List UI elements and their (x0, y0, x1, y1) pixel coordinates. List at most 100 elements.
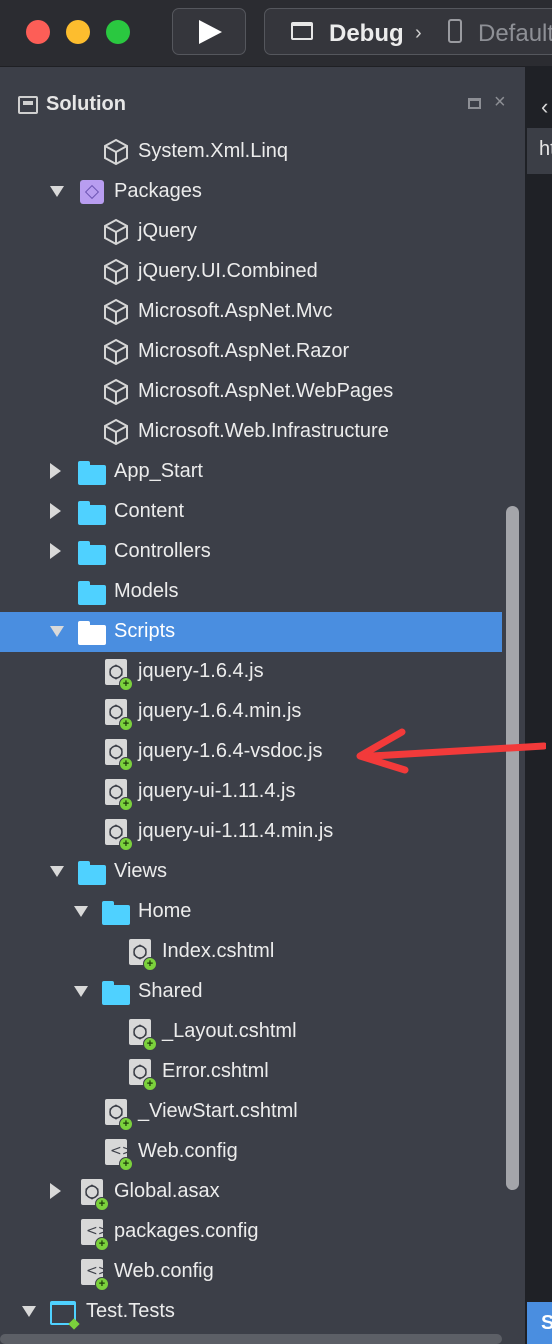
minimize-window-button[interactable] (66, 20, 90, 44)
tree-item-label: Index.cshtml (162, 940, 275, 962)
tree-item-label: _ViewStart.cshtml (138, 1100, 298, 1122)
solution-icon (18, 96, 38, 114)
tree-row[interactable]: Shared (0, 972, 502, 1012)
chevron-down-icon[interactable] (50, 626, 64, 637)
tree-row[interactable]: <> + Web.config (0, 1252, 502, 1292)
tree-row[interactable]: Microsoft.AspNet.Mvc (0, 292, 502, 332)
tree-item-label: Views (114, 860, 167, 882)
chevron-down-icon[interactable] (22, 1306, 36, 1317)
web-file-icon: + (126, 938, 157, 971)
tree-item-label: Models (114, 580, 179, 602)
tree-row[interactable]: Scripts (0, 612, 502, 652)
tree-row[interactable]: Models (0, 572, 502, 612)
chevron-right-icon[interactable] (50, 503, 61, 519)
tree-item-label: _Layout.cshtml (162, 1020, 297, 1042)
project-icon (50, 1298, 80, 1330)
device-label[interactable]: Default (478, 20, 552, 48)
tree-item-label: Controllers (114, 540, 211, 562)
tree-row[interactable]: + jquery-ui-1.11.4.js (0, 772, 502, 812)
tree-row[interactable]: jQuery (0, 212, 502, 252)
tree-row[interactable]: System.Xml.Linq (0, 132, 502, 172)
tree-item-label: jquery-1.6.4.min.js (138, 700, 302, 722)
tree-row[interactable]: Home (0, 892, 502, 932)
tree-item-label: Global.asax (114, 1180, 220, 1202)
tree-item-label: jquery-ui-1.11.4.js (138, 780, 296, 802)
folder-icon (78, 618, 106, 646)
folder-icon (78, 458, 106, 486)
tree-row[interactable]: + Error.cshtml (0, 1052, 502, 1092)
tree-item-label: App_Start (114, 460, 203, 482)
editor-tab[interactable]: ht (527, 128, 552, 174)
tree-row[interactable]: Controllers (0, 532, 502, 572)
tree-row[interactable]: App_Start (0, 452, 502, 492)
run-button[interactable] (172, 8, 246, 55)
vertical-scrollbar[interactable] (506, 506, 519, 1190)
status-tab-label: S (541, 1312, 552, 1334)
device-icon (448, 19, 462, 43)
tree-row[interactable]: + _Layout.cshtml (0, 1012, 502, 1052)
assembly-reference-icon (102, 138, 130, 166)
tree-row[interactable]: <> + Web.config (0, 1132, 502, 1172)
tree-row[interactable]: jQuery.UI.Combined (0, 252, 502, 292)
status-tab[interactable]: S (527, 1302, 552, 1344)
solution-pad-header: Solution × (0, 88, 525, 124)
package-icon (102, 418, 130, 446)
chevron-down-icon[interactable] (50, 186, 64, 197)
folder-icon (102, 978, 130, 1006)
zoom-window-button[interactable] (106, 20, 130, 44)
tree-row[interactable]: Views (0, 852, 502, 892)
web-file-icon: + (102, 818, 133, 851)
tree-item-label: Microsoft.AspNet.WebPages (138, 380, 394, 402)
maximize-pad-icon[interactable] (468, 98, 481, 109)
chevron-right-icon[interactable] (50, 1183, 61, 1199)
back-icon[interactable]: ‹ (541, 94, 548, 120)
tree-item-label: Microsoft.Web.Infrastructure (138, 420, 389, 442)
web-file-icon: + (102, 1098, 133, 1131)
tree-item-label: Web.config (138, 1140, 238, 1162)
web-file-icon: + (102, 738, 133, 771)
close-window-button[interactable] (26, 20, 50, 44)
tree-row[interactable]: + Global.asax (0, 1172, 502, 1212)
tree-item-label: Test.Tests (86, 1300, 175, 1322)
tree-row[interactable]: + Index.cshtml (0, 932, 502, 972)
horizontal-scrollbar[interactable] (0, 1334, 502, 1344)
tree-item-label: jQuery.UI.Combined (138, 260, 318, 282)
tree-row[interactable]: Microsoft.Web.Infrastructure (0, 412, 502, 452)
chevron-right-icon[interactable] (50, 463, 61, 479)
package-icon (102, 298, 130, 326)
tree-row[interactable]: Packages (0, 172, 502, 212)
tree-row[interactable]: Microsoft.AspNet.WebPages (0, 372, 502, 412)
chevron-down-icon[interactable] (74, 906, 88, 917)
folder-icon (102, 898, 130, 926)
tree-row[interactable]: + _ViewStart.cshtml (0, 1092, 502, 1132)
tree-row[interactable]: Test.Tests (0, 1292, 502, 1332)
tree-item-label: jquery-1.6.4-vsdoc.js (138, 740, 323, 762)
folder-icon (78, 538, 106, 566)
run-configuration-selector[interactable]: Debug › Default (264, 8, 552, 55)
folder-icon (78, 858, 106, 886)
config-file-icon: <> + (78, 1218, 109, 1251)
web-file-icon: + (102, 698, 133, 731)
web-file-icon: + (126, 1018, 157, 1051)
tree-item-label: packages.config (114, 1220, 259, 1242)
config-file-icon: <> + (102, 1138, 133, 1171)
tree-item-label: jQuery (138, 220, 197, 242)
window-icon (291, 22, 313, 40)
folder-icon (78, 498, 106, 526)
chevron-right-icon[interactable] (50, 543, 61, 559)
configuration-label[interactable]: Debug (329, 20, 404, 48)
chevron-down-icon[interactable] (74, 986, 88, 997)
tree-row[interactable]: <> + packages.config (0, 1212, 502, 1252)
chevron-right-icon: › (415, 22, 422, 44)
close-pad-icon[interactable]: × (494, 91, 506, 114)
tree-row[interactable]: Content (0, 492, 502, 532)
tree-row[interactable]: + jquery-1.6.4.js (0, 652, 502, 692)
web-file-icon: + (102, 778, 133, 811)
pad-title: Solution (46, 93, 126, 115)
tree-item-label: Home (138, 900, 192, 922)
editor-area: ‹ ht S (525, 66, 552, 1344)
tree-row[interactable]: + jquery-ui-1.11.4.min.js (0, 812, 502, 852)
annotation-arrow-icon (356, 728, 546, 774)
chevron-down-icon[interactable] (50, 866, 64, 877)
tree-row[interactable]: Microsoft.AspNet.Razor (0, 332, 502, 372)
